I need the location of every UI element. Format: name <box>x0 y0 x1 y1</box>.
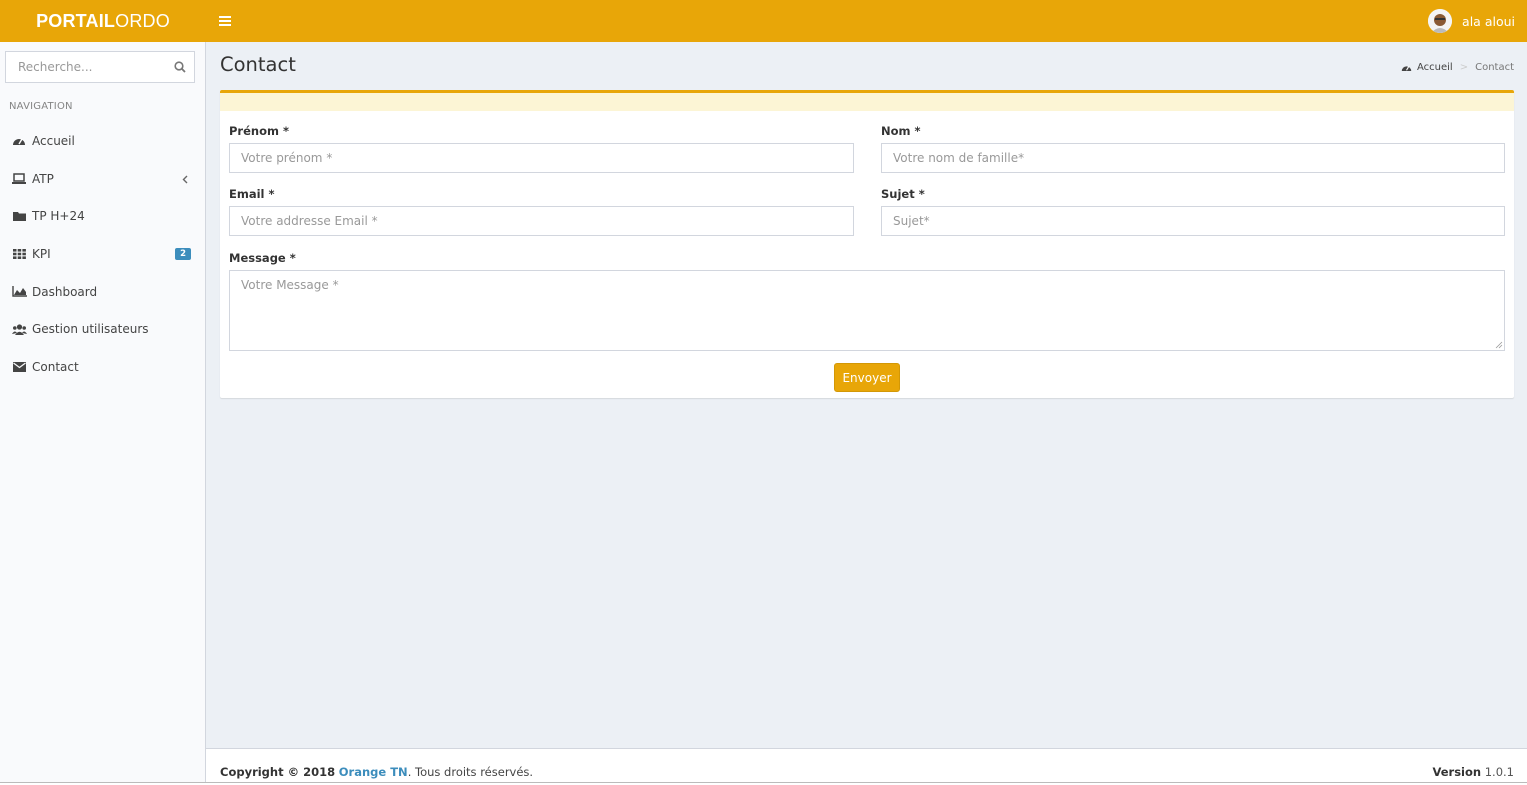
sujet-input[interactable] <box>882 207 1504 235</box>
sidebar-item-tp-h24[interactable]: TP H+24 <box>0 197 205 235</box>
search-input[interactable] <box>6 52 166 82</box>
nom-field-wrapper <box>881 143 1505 173</box>
sidebar-item-label: Dashboard <box>32 284 98 299</box>
footer-version: Version 1.0.1 <box>1432 765 1514 779</box>
content-wrapper: Contact Accueil > Contact Prénom * Nom *… <box>206 42 1527 748</box>
hamburger-icon <box>219 16 231 26</box>
email-label: Email * <box>229 187 275 201</box>
kpi-count-badge: 2 <box>175 248 191 261</box>
sidebar: NAVIGATION Accueil ATP TP H+24 <box>0 42 206 785</box>
sidebar-item-kpi[interactable]: KPI 2 <box>0 235 205 273</box>
sidebar-item-accueil[interactable]: Accueil <box>0 122 205 160</box>
dashboard-icon <box>1401 66 1412 72</box>
users-icon <box>11 322 27 336</box>
app-logo[interactable]: PORTAIL ORDO <box>0 0 206 42</box>
sidebar-item-label: Accueil <box>32 133 75 148</box>
prenom-input[interactable] <box>230 144 853 172</box>
logo-bold-text: PORTAIL <box>36 10 116 31</box>
sidebar-item-label: Contact <box>32 359 79 374</box>
message-label: Message * <box>229 251 296 265</box>
sujet-label: Sujet * <box>881 187 925 201</box>
nav-header: NAVIGATION <box>9 101 73 112</box>
logo-light-text: ORDO <box>115 10 170 31</box>
sidebar-toggle-button[interactable] <box>212 8 238 34</box>
company-link[interactable]: Orange TN <box>339 765 408 779</box>
prenom-label: Prénom * <box>229 124 289 138</box>
nom-label: Nom * <box>881 124 921 138</box>
user-name: ala aloui <box>1462 13 1515 29</box>
sidebar-item-label: KPI <box>32 246 51 261</box>
breadcrumb: Accueil > Contact <box>1401 62 1514 73</box>
sidebar-item-dashboard[interactable]: Dashboard <box>0 273 205 311</box>
grid-icon <box>11 247 27 261</box>
sidebar-item-label: Gestion utilisateurs <box>32 322 149 337</box>
area-chart-icon <box>11 285 27 299</box>
sidebar-item-label: TP H+24 <box>32 209 85 224</box>
email-input[interactable] <box>230 207 853 235</box>
sidebar-item-label: ATP <box>32 171 54 186</box>
box-alert-strip <box>220 93 1514 111</box>
contact-form-box: Prénom * Nom * Email * Sujet * Message *… <box>220 90 1514 398</box>
sidebar-item-atp[interactable]: ATP <box>0 160 205 198</box>
resize-grip-icon[interactable] <box>1495 341 1503 349</box>
folder-icon <box>11 209 27 223</box>
user-menu[interactable]: ala aloui <box>1428 8 1515 34</box>
laptop-icon <box>11 172 27 186</box>
envelope-icon <box>11 360 27 374</box>
version-label: Version <box>1432 765 1482 779</box>
sidebar-menu: Accueil ATP TP H+24 KPI 2 Dashboard Gest… <box>0 122 205 386</box>
breadcrumb-separator: > <box>1459 62 1469 73</box>
send-button[interactable]: Envoyer <box>834 363 900 392</box>
sidebar-search <box>5 51 195 83</box>
chevron-left-icon <box>182 173 188 187</box>
dashboard-icon <box>11 134 27 148</box>
copyright-text: Copyright © 2018 <box>220 765 336 779</box>
footer: Copyright © 2018 Orange TN. Tous droits … <box>206 748 1527 782</box>
breadcrumb-current: Contact <box>1475 62 1514 73</box>
page-title: Contact <box>220 53 296 76</box>
nom-input[interactable] <box>882 144 1504 172</box>
search-icon <box>174 61 186 73</box>
breadcrumb-home-link[interactable]: Accueil <box>1417 62 1453 73</box>
top-navbar: PORTAIL ORDO ala aloui <box>0 0 1527 42</box>
sidebar-item-contact[interactable]: Contact <box>0 348 205 386</box>
search-button[interactable] <box>166 61 194 73</box>
user-avatar <box>1428 9 1453 33</box>
rights-text: . Tous droits réservés. <box>407 765 534 779</box>
footer-copyright: Copyright © 2018 Orange TN. Tous droits … <box>220 765 533 779</box>
sidebar-item-gestion-utilisateurs[interactable]: Gestion utilisateurs <box>0 310 205 348</box>
email-field-wrapper <box>229 206 854 236</box>
message-field-wrapper <box>229 270 1505 351</box>
prenom-field-wrapper <box>229 143 854 173</box>
sujet-field-wrapper <box>881 206 1505 236</box>
message-textarea[interactable] <box>230 271 1504 350</box>
version-value: 1.0.1 <box>1484 765 1514 779</box>
